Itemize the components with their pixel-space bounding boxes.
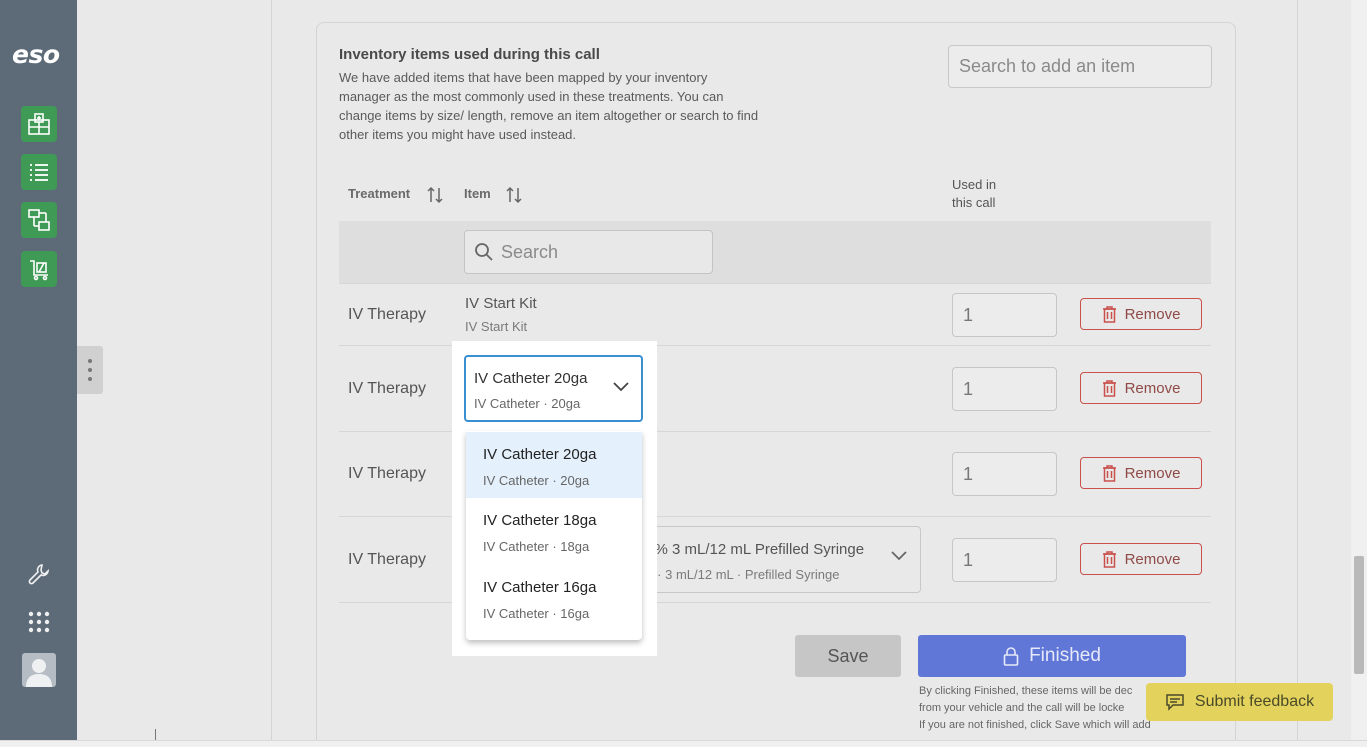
option-subtitle: IV Catheter · 20ga xyxy=(483,473,590,488)
nav-list-button[interactable] xyxy=(21,154,57,190)
workflow-icon xyxy=(28,209,50,231)
tools-button[interactable] xyxy=(22,557,56,591)
item-subtitle: IV Start Kit xyxy=(465,319,528,334)
trash-icon xyxy=(1102,464,1116,482)
search-icon xyxy=(475,243,493,261)
option-subtitle: IV Catheter · 18ga xyxy=(483,539,590,554)
treatment-cell: IV Therapy xyxy=(348,465,426,482)
remove-button[interactable]: Remove xyxy=(1080,457,1202,489)
option-name: IV Catheter 20ga xyxy=(483,446,597,463)
used-header-line1: Used in xyxy=(952,177,997,192)
lock-icon xyxy=(1003,646,1019,666)
nav-workflow-button[interactable] xyxy=(21,202,57,238)
sort-icon[interactable] xyxy=(427,186,443,204)
save-button[interactable]: Save xyxy=(795,635,901,677)
option-subtitle: IV Catheter · 16ga xyxy=(483,606,590,621)
nav-cart-button[interactable] xyxy=(21,251,57,287)
treatment-header[interactable]: Treatment xyxy=(348,186,410,201)
clipped-text xyxy=(155,729,855,740)
quantity-input[interactable]: 1 xyxy=(952,367,1057,411)
submit-feedback-button[interactable]: Submit feedback xyxy=(1146,683,1333,721)
finished-note: By clicking Finished, these items will b… xyxy=(919,685,1151,731)
dropdown-option[interactable]: IV Catheter 18ga IV Catheter · 18ga xyxy=(466,498,642,564)
selected-item-subtitle: IV Catheter · 20ga xyxy=(474,396,581,411)
dropdown-option[interactable]: IV Catheter 16ga IV Catheter · 16ga xyxy=(466,565,642,631)
trash-icon xyxy=(1102,305,1116,323)
trash-icon xyxy=(1102,379,1116,397)
scrollbar-thumb[interactable] xyxy=(1354,556,1364,674)
dropdown-option[interactable]: IV Catheter 20ga IV Catheter · 20ga xyxy=(466,432,642,498)
quantity-input[interactable]: 1 xyxy=(952,293,1057,337)
user-avatar[interactable] xyxy=(22,653,56,687)
option-name: IV Catheter 16ga xyxy=(483,579,597,596)
avatar-icon xyxy=(26,659,52,687)
option-name: IV Catheter 18ga xyxy=(483,512,597,529)
item-name: IV Start Kit xyxy=(465,295,537,312)
item-subtitle: % · 3 mL/12 mL · Prefilled Syringe xyxy=(642,567,840,582)
item-dropdown-menu: IV Catheter 20ga IV Catheter · 20ga IV C… xyxy=(466,431,642,640)
add-item-search-input[interactable]: Search to add an item xyxy=(948,45,1212,88)
horizontal-scrollbar[interactable] xyxy=(0,740,1367,747)
chevron-down-icon xyxy=(891,551,907,561)
used-header-line2: this call xyxy=(952,195,996,210)
feedback-label: Submit feedback xyxy=(1194,693,1315,710)
chevron-down-icon[interactable] xyxy=(612,381,630,393)
treatment-cell: IV Therapy xyxy=(348,551,426,568)
section-title: Inventory items used during this call xyxy=(339,46,600,63)
drag-handle[interactable] xyxy=(77,346,103,394)
filter-placeholder: Search xyxy=(501,241,559,262)
finished-label: Finished xyxy=(1029,645,1101,666)
apps-button[interactable] xyxy=(22,605,56,639)
quantity-input[interactable]: 1 xyxy=(952,538,1057,582)
list-icon xyxy=(30,164,48,181)
chat-icon xyxy=(1166,694,1184,711)
wrench-icon xyxy=(28,564,50,585)
sidebar: eso xyxy=(0,0,77,740)
remove-button[interactable]: Remove xyxy=(1080,298,1202,330)
eso-logo: eso xyxy=(12,40,60,69)
remove-button[interactable]: Remove xyxy=(1080,372,1202,404)
nav-hospital-button[interactable] xyxy=(21,106,57,142)
trash-icon xyxy=(1102,550,1116,568)
remove-button[interactable]: Remove xyxy=(1080,543,1202,575)
sort-icon[interactable] xyxy=(506,186,522,204)
remove-label: Remove xyxy=(1124,464,1181,482)
treatment-cell: IV Therapy xyxy=(348,380,426,397)
remove-label: Remove xyxy=(1124,379,1181,397)
item-filter-input[interactable]: Search xyxy=(464,230,713,274)
remove-label: Remove xyxy=(1124,550,1181,568)
cart-icon xyxy=(30,260,48,281)
section-description: We have added items that have been mappe… xyxy=(339,70,759,142)
item-name: .9% 3 mL/12 mL Prefilled Syringe xyxy=(642,541,865,558)
quantity-input[interactable]: 1 xyxy=(952,452,1057,496)
finished-button[interactable]: Finished xyxy=(918,635,1186,677)
remove-label: Remove xyxy=(1124,305,1181,323)
item-header[interactable]: Item xyxy=(464,186,491,201)
treatment-cell: IV Therapy xyxy=(348,306,426,323)
apps-grid-icon xyxy=(28,611,50,633)
selected-item-name: IV Catheter 20ga xyxy=(474,370,588,387)
hospital-grid-icon xyxy=(28,113,50,135)
